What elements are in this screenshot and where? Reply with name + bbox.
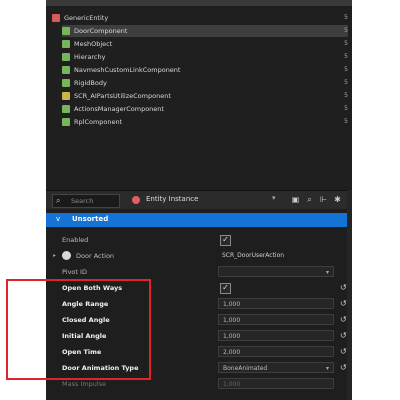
- reset-icon[interactable]: ↺: [340, 299, 347, 308]
- open-both-ways-checkbox[interactable]: ✓: [220, 283, 231, 294]
- door-animation-type-dropdown[interactable]: BoneAnimated ▾: [218, 362, 334, 373]
- reset-icon[interactable]: ↺: [340, 363, 347, 372]
- entity-icon: [52, 14, 60, 22]
- tree-item-scr-aiparts[interactable]: SCR_AIPartsUtilizeComponent 5: [62, 90, 348, 102]
- closed-angle-input[interactable]: 1,000: [218, 314, 334, 325]
- pivot-id-dropdown[interactable]: ▾: [218, 266, 334, 277]
- highlight-box: [6, 279, 151, 380]
- zoom-icon[interactable]: ⌕: [304, 194, 315, 205]
- script-component-icon: [62, 92, 70, 100]
- prop-row-door-action: ▸ Door Action SCR_DoorUserAction: [46, 248, 352, 264]
- inspector-scrollbar[interactable]: [347, 190, 352, 400]
- bullet-icon: ▸: [53, 252, 57, 259]
- tree-item-doorcomponent[interactable]: DoorComponent 5: [62, 25, 348, 37]
- tree-item-meshobject[interactable]: MeshObject 5: [62, 38, 348, 50]
- open-time-input[interactable]: 2,000: [218, 346, 334, 357]
- entity-instance-dropdown[interactable]: Entity Instance: [132, 194, 280, 206]
- tree-item-hierarchy[interactable]: Hierarchy 5: [62, 51, 348, 63]
- door-action-value[interactable]: SCR_DoorUserAction: [218, 250, 334, 261]
- reset-icon[interactable]: ↺: [340, 315, 347, 324]
- component-icon: [62, 79, 70, 87]
- gear-icon[interactable]: ✱: [332, 194, 343, 205]
- tree-item-actionsmanager[interactable]: ActionsManagerComponent 5: [62, 103, 348, 115]
- entity-icon: [132, 196, 140, 204]
- chevron-down-icon: ▾: [325, 365, 329, 372]
- search-input[interactable]: ⌕ Search: [52, 194, 120, 208]
- mass-impulse-input[interactable]: 1,000: [218, 378, 334, 389]
- reset-icon[interactable]: ↺: [340, 331, 347, 340]
- tree-item-navmeshcustomlink[interactable]: NavmeshCustomLinkComponent 5: [62, 64, 348, 76]
- tree-item-rplcomponent[interactable]: RplComponent 5: [62, 116, 348, 128]
- hierarchy-icon[interactable]: ⊩: [318, 194, 329, 205]
- save-icon[interactable]: ▣: [290, 194, 301, 205]
- initial-angle-input[interactable]: 1,000: [218, 330, 334, 341]
- chevron-down-icon[interactable]: ▾: [272, 194, 276, 202]
- prop-row-pivot-id: Pivot ID ▾: [46, 264, 352, 280]
- hierarchy-search-bar[interactable]: [46, 0, 352, 6]
- component-icon: [62, 105, 70, 113]
- component-icon: [62, 27, 70, 35]
- reset-icon[interactable]: ↺: [340, 283, 347, 292]
- component-icon: [62, 40, 70, 48]
- chevron-down-icon: ▾: [325, 269, 329, 276]
- component-tree: GenericEntity 5 DoorComponent 5 MeshObje…: [46, 8, 352, 186]
- component-icon: [62, 66, 70, 74]
- prop-row-enabled: Enabled ✓: [46, 232, 352, 248]
- tree-item-genericentity[interactable]: GenericEntity 5: [52, 12, 348, 24]
- angle-range-input[interactable]: 1,000: [218, 298, 334, 309]
- reset-icon[interactable]: ↺: [340, 347, 347, 356]
- component-icon: [62, 53, 70, 61]
- component-icon: [62, 118, 70, 126]
- inspector-toolbar: ⌕ Search Entity Instance ▾ ▣ ⌕ ⊩ ✱: [46, 190, 352, 209]
- section-header-unsorted[interactable]: v Unsorted: [46, 213, 352, 227]
- search-icon: ⌕: [56, 196, 61, 205]
- chevron-down-icon: v: [56, 215, 61, 223]
- enabled-checkbox[interactable]: ✓: [220, 235, 231, 246]
- tree-item-rigidbody[interactable]: RigidBody 5: [62, 77, 348, 89]
- door-action-icon: [62, 251, 71, 260]
